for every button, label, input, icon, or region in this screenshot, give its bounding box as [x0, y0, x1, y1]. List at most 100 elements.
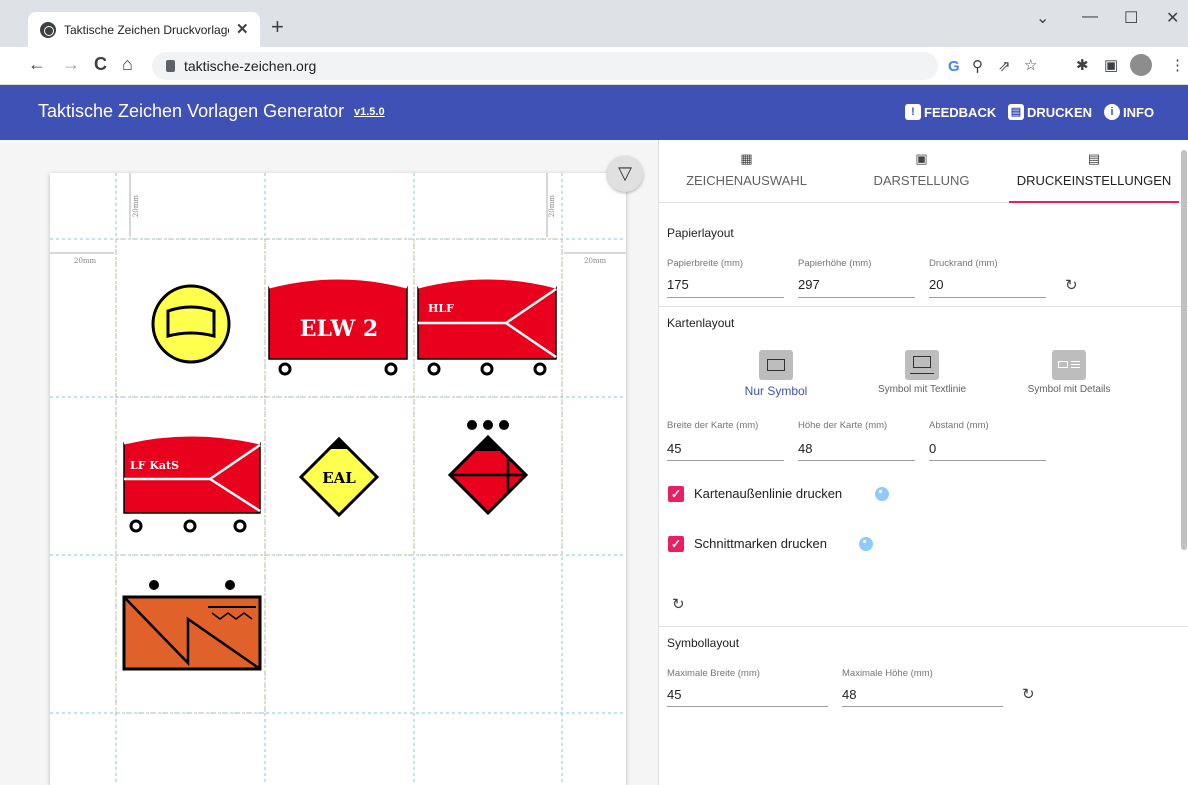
hlf-label: HLF: [428, 302, 454, 315]
input-underline: [929, 460, 1046, 461]
new-tab-button[interactable]: +: [271, 14, 284, 40]
lock-icon: [166, 60, 175, 72]
section-symbollayout: Symbollayout: [667, 636, 740, 650]
option-label: Nur Symbol: [744, 384, 808, 398]
section-kartenlayout: Kartenlayout: [667, 316, 735, 330]
schnittmarken-checkbox[interactable]: ✓: [668, 536, 684, 552]
globe-icon: [40, 22, 56, 38]
reset-icon[interactable]: ↻: [672, 595, 685, 613]
papierbreite-input[interactable]: 175: [667, 277, 689, 292]
minimize-button[interactable]: —: [1082, 8, 1098, 26]
eal-label: EAL: [322, 469, 356, 487]
app-header: Taktische Zeichen Vorlagen Generator v1.…: [0, 85, 1188, 140]
grid-icon: ▦: [740, 151, 753, 166]
avatar[interactable]: [1130, 54, 1152, 76]
print-icon: ▤: [1008, 104, 1024, 120]
feedback-label: FEEDBACK: [924, 104, 997, 120]
yellow-circle-symbol: [151, 284, 231, 364]
palette-icon[interactable]: [859, 537, 873, 551]
symbol-details-icon: [1052, 350, 1086, 380]
margin-label: 20mm: [584, 257, 607, 265]
share-icon[interactable]: ⇗: [998, 57, 1011, 75]
bookmark-star-icon[interactable]: ☆: [1024, 56, 1037, 74]
extensions-icon[interactable]: ✱: [1076, 56, 1089, 74]
zoom-icon[interactable]: ⚲: [972, 57, 983, 75]
layout-option-textlinie[interactable]: Symbol mit Textlinie: [867, 350, 977, 395]
orange-unit-symbol: [122, 580, 262, 671]
symbol-only-icon: [759, 350, 793, 380]
tab-search-icon[interactable]: ⌄: [1036, 8, 1049, 28]
field-label: Druckrand (mm): [929, 258, 998, 269]
feedback-button[interactable]: ! FEEDBACK: [905, 104, 996, 120]
option-label: Symbol mit Textlinie: [877, 384, 967, 395]
sidepanel-icon[interactable]: ▣: [1104, 56, 1118, 74]
input-underline: [667, 706, 828, 707]
option-label: Symbol mit Details: [1027, 384, 1111, 395]
max-hoehe-input[interactable]: 48: [842, 687, 856, 702]
field-label: Abstand (mm): [929, 420, 989, 431]
input-underline: [929, 297, 1046, 298]
tab-darstellung[interactable]: ▣ DARSTELLUNG: [834, 140, 1009, 203]
hlf-vehicle-symbol: HLF: [417, 276, 557, 376]
kartenaussenlinie-checkbox[interactable]: ✓: [668, 486, 684, 502]
papierhoehe-input[interactable]: 297: [798, 277, 820, 292]
maximize-button[interactable]: ☐: [1124, 8, 1138, 28]
layout-option-details[interactable]: Symbol mit Details: [1014, 350, 1124, 395]
browser-tab[interactable]: Taktische Zeichen Druckvorlagen ✕: [28, 12, 260, 47]
scrollbar[interactable]: [1181, 150, 1187, 550]
close-window-button[interactable]: ✕: [1166, 8, 1179, 28]
margin-label: 20mm: [74, 257, 97, 265]
menu-dots-icon[interactable]: ⋮: [1170, 56, 1185, 74]
input-underline: [667, 297, 784, 298]
palette-icon[interactable]: [875, 487, 889, 501]
print-button[interactable]: ▤ DRUCKEN: [1008, 104, 1092, 120]
input-underline: [842, 706, 1003, 707]
eal-diamond-symbol: EAL: [298, 436, 380, 518]
input-underline: [667, 460, 784, 461]
search-image-icon: ▣: [915, 151, 928, 166]
tab-title: Taktische Zeichen Druckvorlagen: [64, 23, 229, 37]
tab-zeichenauswahl[interactable]: ▦ ZEICHENAUSWAHL: [659, 140, 834, 203]
panel-tabs: ▦ ZEICHENAUSWAHL ▣ DARSTELLUNG ▤ DRUCKEI…: [659, 140, 1188, 203]
margin-label: 20mm: [548, 195, 556, 218]
red-diamond-symbol: [447, 420, 529, 516]
lf-kats-label: LF KatS: [130, 459, 179, 472]
address-bar: ← → C ⌂ taktische-zeichen.org G ⚲ ⇗ ☆ ✱ …: [0, 47, 1188, 85]
reload-icon[interactable]: C: [94, 54, 107, 75]
reset-icon[interactable]: ↻: [1065, 276, 1078, 294]
kartenhoehe-input[interactable]: 48: [798, 441, 812, 456]
divider: [659, 626, 1188, 627]
home-icon[interactable]: ⌂: [122, 54, 133, 75]
checkbox-label: Kartenaußenlinie drucken: [694, 486, 843, 501]
tab-druckeinstellungen[interactable]: ▤ DRUCKEINSTELLUNGEN: [1009, 140, 1179, 203]
field-label: Papierbreite (mm): [667, 258, 744, 269]
input-underline: [798, 460, 915, 461]
abstand-input[interactable]: 0: [929, 441, 936, 456]
section-papierlayout: Papierlayout: [667, 226, 734, 240]
druckrand-input[interactable]: 20: [929, 277, 943, 292]
lf-kats-vehicle-symbol: LF KatS: [123, 433, 261, 533]
filter-toggle-button[interactable]: ▽: [607, 156, 643, 192]
version-link[interactable]: v1.5.0: [354, 106, 385, 118]
kartenbreite-input[interactable]: 45: [667, 441, 681, 456]
field-label: Maximale Höhe (mm): [842, 668, 933, 679]
field-label: Papierhöhe (mm): [798, 258, 872, 269]
elw2-label: ELW 2: [300, 316, 378, 342]
tab-label: DRUCKEINSTELLUNGEN: [1016, 173, 1172, 188]
close-tab-icon[interactable]: ✕: [236, 20, 249, 38]
feedback-icon: !: [905, 104, 921, 120]
tab-label: DARSTELLUNG: [873, 173, 970, 188]
paper-sheet: 20mm 20mm 20mm 20mm ELW 2 HLF LF KatS EA…: [50, 173, 626, 785]
checkbox-label: Schnittmarken drucken: [694, 536, 827, 551]
omnibox[interactable]: taktische-zeichen.org G ⚲ ⇗ ☆: [152, 52, 1037, 80]
reset-icon[interactable]: ↻: [1022, 685, 1035, 703]
back-icon[interactable]: ←: [28, 54, 46, 75]
url-text: taktische-zeichen.org: [184, 58, 317, 74]
forward-icon[interactable]: →: [62, 54, 80, 75]
max-breite-input[interactable]: 45: [667, 687, 681, 702]
info-button[interactable]: i INFO: [1104, 104, 1154, 120]
layout-option-nur-symbol[interactable]: Nur Symbol: [721, 350, 831, 398]
printer-icon: ▤: [1087, 151, 1101, 166]
google-icon[interactable]: G: [948, 58, 960, 75]
tab-label: ZEICHENAUSWAHL: [686, 173, 807, 188]
